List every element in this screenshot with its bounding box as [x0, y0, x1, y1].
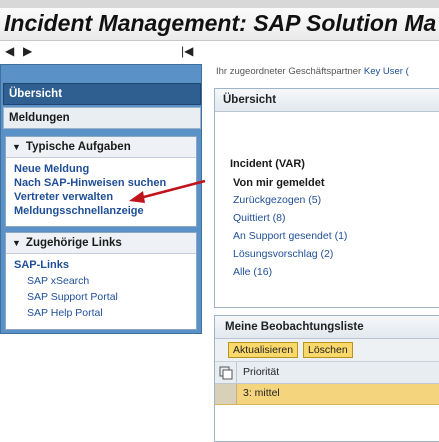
first-page-icon[interactable]: |◀: [181, 44, 193, 58]
sidebar: Übersicht Meldungen ▼ Typische Aufgaben N…: [0, 64, 202, 334]
link-zurueckgezogen[interactable]: Zurückgezogen (5): [233, 194, 321, 206]
history-navigation: ◀ ▶ |◀: [0, 41, 210, 63]
table-row[interactable]: 3: mittel: [215, 384, 439, 405]
task-hinweise-suchen[interactable]: Nach SAP-Hinweisen suchen: [14, 177, 166, 189]
link-alle[interactable]: Alle (16): [233, 266, 272, 278]
partner-label: Ihr zugeordneter Geschäftspartner: [216, 66, 362, 77]
link-sap-xsearch[interactable]: SAP xSearch: [27, 275, 89, 287]
refresh-button[interactable]: Aktualisieren: [228, 342, 299, 358]
collapse-triangle-icon[interactable]: ▼: [12, 238, 21, 248]
partner-link[interactable]: Key User (: [364, 66, 409, 77]
link-sap-help-portal[interactable]: SAP Help Portal: [27, 307, 103, 319]
partner-info: Ihr zugeordneter Geschäftspartner Key Us…: [216, 66, 409, 77]
watchlist-toolbar: Aktualisieren Löschen: [215, 339, 439, 362]
link-an-support-gesendet[interactable]: An Support gesendet (1): [233, 230, 347, 242]
overview-title: Übersicht: [215, 89, 439, 112]
task-vertreter-verwalten[interactable]: Vertreter verwalten: [14, 191, 113, 203]
delete-button[interactable]: Löschen: [303, 342, 353, 358]
browser-top-strip: [0, 0, 439, 8]
related-links-box: ▼ Zugehörige Links SAP-Links SAP xSearch …: [5, 232, 197, 330]
overview-panel: Übersicht Incident (VAR) Von mir gemelde…: [214, 88, 439, 308]
watchlist-panel: Meine Beobachtungsliste Aktualisieren Lö…: [214, 315, 439, 442]
reported-by-me: Von mir gemeldet: [233, 177, 325, 189]
table-settings-icon[interactable]: [215, 362, 237, 383]
link-sap-support-portal[interactable]: SAP Support Portal: [27, 291, 118, 303]
collapse-triangle-icon[interactable]: ▼: [12, 142, 21, 152]
page-title: Incident Management: SAP Solution Ma: [4, 10, 437, 36]
incident-category: Incident (VAR): [230, 158, 305, 170]
typical-tasks-header[interactable]: ▼ Typische Aufgaben: [6, 137, 196, 158]
link-loesungsvorschlag[interactable]: Lösungsvorschlag (2): [233, 248, 333, 260]
table-settings-glyph: [219, 366, 233, 380]
table-cell-prioritaet: 3: mittel: [243, 387, 280, 399]
nav-meldungen[interactable]: Meldungen: [3, 107, 201, 129]
link-quittiert[interactable]: Quittiert (8): [233, 212, 286, 224]
watchlist-title: Meine Beobachtungsliste: [215, 316, 439, 339]
task-neue-meldung[interactable]: Neue Meldung: [14, 163, 89, 175]
typical-tasks-box: ▼ Typische Aufgaben Neue Meldung Nach SAP…: [5, 136, 197, 227]
nav-uebersicht[interactable]: Übersicht: [3, 83, 201, 105]
related-links-header[interactable]: ▼ Zugehörige Links: [6, 233, 196, 254]
related-links-title: Zugehörige Links: [25, 237, 122, 249]
back-icon[interactable]: ◀: [5, 44, 14, 58]
forward-icon[interactable]: ▶: [23, 44, 32, 58]
task-meldungsschnellanzeige[interactable]: Meldungsschnellanzeige: [14, 205, 144, 217]
sap-links-group[interactable]: SAP-Links: [14, 259, 69, 271]
row-selector[interactable]: [215, 384, 237, 404]
typical-tasks-title: Typische Aufgaben: [25, 141, 131, 153]
column-header-prioritaet[interactable]: Priorität: [243, 366, 279, 378]
table-header: Priorität: [215, 362, 439, 384]
title-bar: Incident Management: SAP Solution Ma: [0, 8, 439, 41]
